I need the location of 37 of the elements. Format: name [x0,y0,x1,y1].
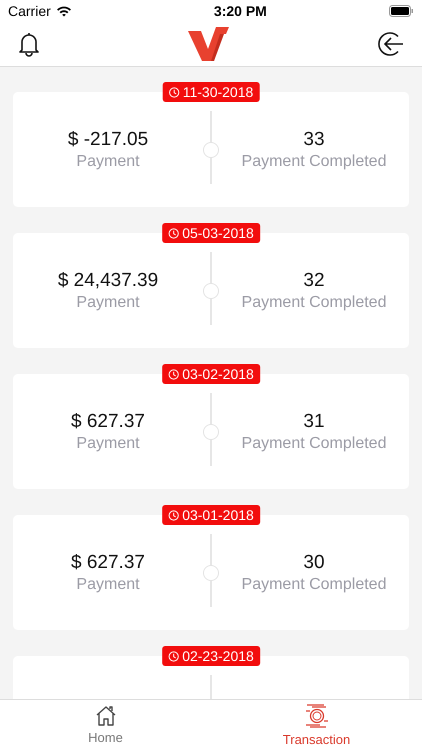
battery-icon [388,5,414,17]
count-label: Payment Completed [242,434,386,452]
carrier-name: Carrier [8,3,51,19]
logo-icon [188,27,230,61]
bell-icon[interactable] [17,31,41,57]
amount-value: $ 627.37 [71,410,145,432]
amount-label: Payment [76,294,140,312]
count-label: Payment Completed [242,152,386,170]
clock-icon [168,228,180,238]
logout-icon[interactable] [377,30,405,58]
house-icon [94,705,116,727]
timeline-node [203,424,219,440]
count-label: Payment Completed [242,294,386,312]
clock-icon [168,510,180,520]
amount-label: Payment [76,576,140,594]
amount-value: $ 627.37 [71,552,145,574]
wifi-icon [56,5,72,17]
amount-label: Payment [76,152,140,170]
count-value: 31 [303,410,325,432]
timeline-node [203,142,219,158]
amount-label: Payment [76,434,140,452]
count-value: 32 [303,270,325,292]
timeline-node [203,282,219,298]
count-value: 33 [303,128,325,150]
amount-value: $ -217.05 [68,128,148,150]
clock-icon [168,86,180,98]
clock-icon [168,368,180,380]
count-value: 30 [303,552,325,574]
tab-item[interactable]: Transaction [211,700,422,750]
date-text: 02-23-2018 [182,648,254,664]
count-label: Payment Completed [242,576,386,594]
clock-icon [168,650,180,662]
amount-value: $ 24,437.39 [58,270,158,292]
timeline-node [203,564,219,580]
tab-item[interactable]: Home [0,700,211,750]
status-time: 3:20 PM [214,3,267,19]
coin-hands-icon [304,703,330,729]
